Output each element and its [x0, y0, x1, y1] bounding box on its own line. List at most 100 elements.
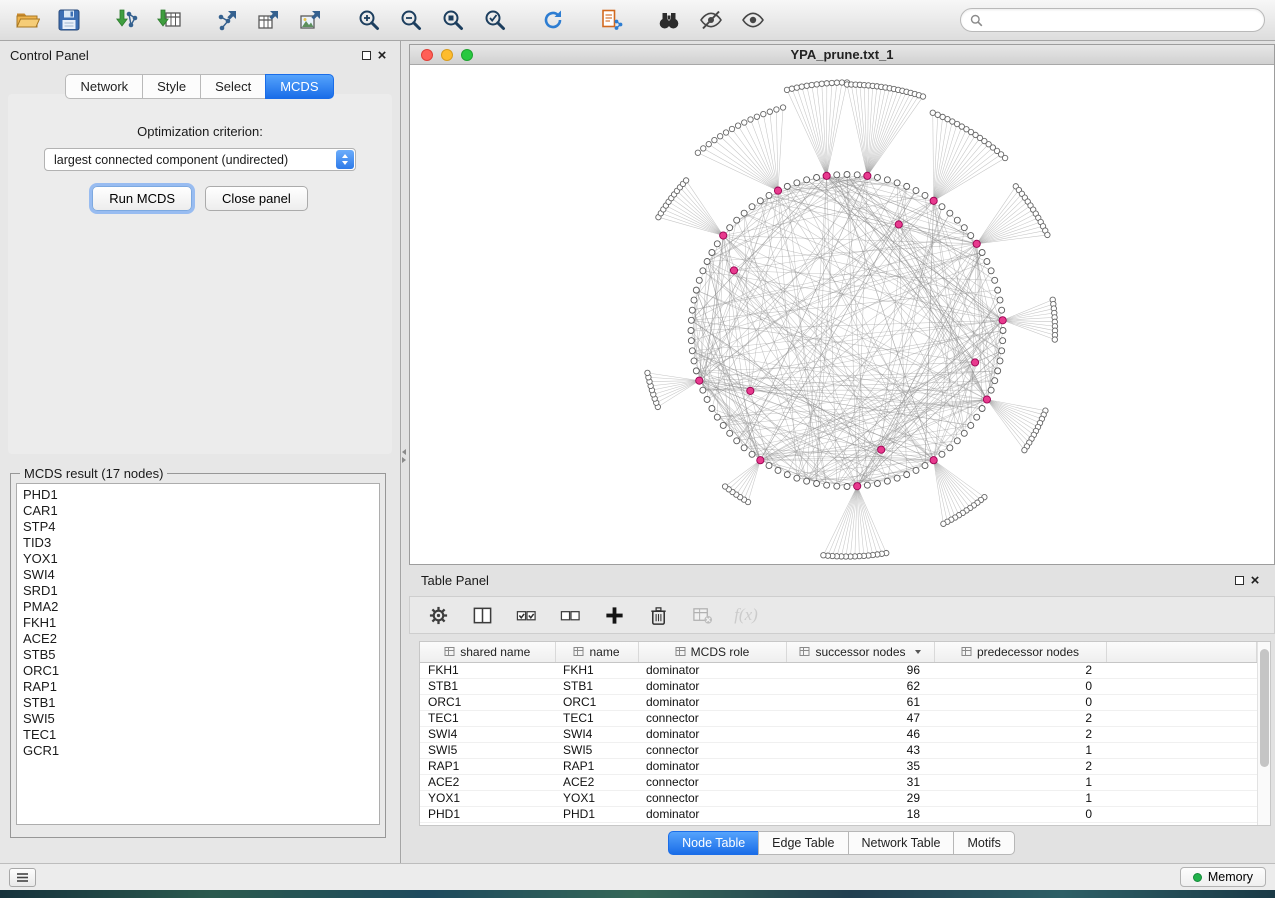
mcds-result-item[interactable]: ORC1 — [23, 663, 379, 679]
mcds-result-item[interactable]: PHD1 — [23, 487, 379, 503]
table-scrollbar[interactable] — [1257, 642, 1270, 825]
import-network-button[interactable] — [110, 3, 144, 37]
search-box[interactable] — [960, 8, 1265, 32]
zoom-fit-icon — [440, 7, 466, 33]
mcds-result-item[interactable]: RAP1 — [23, 679, 379, 695]
save-session-button[interactable] — [52, 3, 86, 37]
export-table-button[interactable] — [252, 3, 286, 37]
cell-predecessor-nodes: 2 — [934, 726, 1106, 742]
maximize-window-icon[interactable] — [461, 49, 473, 61]
mcds-result-item[interactable]: TID3 — [23, 535, 379, 551]
hide-selected-button[interactable] — [694, 3, 728, 37]
table-row[interactable]: SWI5SWI5connector431 — [420, 742, 1257, 758]
delete-column-button[interactable] — [646, 603, 670, 627]
tab-motifs[interactable]: Motifs — [953, 831, 1014, 855]
search-input[interactable] — [989, 13, 1255, 28]
document-share-icon — [598, 7, 624, 33]
table-row[interactable]: YOX1YOX1connector291 — [420, 790, 1257, 806]
network-canvas[interactable] — [410, 66, 1274, 564]
export-network-button[interactable] — [210, 3, 244, 37]
table-row[interactable]: PHD1PHD1dominator180 — [420, 806, 1257, 822]
table-options-button[interactable] — [426, 603, 450, 627]
scrollbar-thumb[interactable] — [1260, 649, 1269, 767]
mcds-result-item[interactable]: SWI5 — [23, 711, 379, 727]
tab-edge-table[interactable]: Edge Table — [758, 831, 848, 855]
table-row[interactable]: ORC1ORC1dominator610 — [420, 694, 1257, 710]
float-panel-button[interactable] — [358, 47, 374, 63]
tab-node-table[interactable]: Node Table — [668, 831, 759, 855]
zoom-in-button[interactable] — [352, 3, 386, 37]
document-share-button[interactable] — [594, 3, 628, 37]
import-group — [110, 3, 186, 37]
table-row[interactable]: STB1STB1dominator620 — [420, 678, 1257, 694]
dropdown-stepper-icon — [336, 150, 354, 169]
mcds-result-item[interactable]: SRD1 — [23, 583, 379, 599]
show-columns-button[interactable] — [470, 603, 494, 627]
zoom-selected-button[interactable] — [478, 3, 512, 37]
tab-style[interactable]: Style — [142, 74, 201, 99]
header-predecessor-nodes[interactable]: predecessor nodes — [934, 642, 1106, 662]
export-image-button[interactable] — [294, 3, 328, 37]
search-network-button[interactable] — [652, 3, 686, 37]
cell-filler — [1106, 758, 1257, 774]
table-row[interactable]: RAP1RAP1dominator352 — [420, 758, 1257, 774]
mcds-result-item[interactable]: CAR1 — [23, 503, 379, 519]
float-table-panel-button[interactable] — [1231, 572, 1247, 588]
mcds-result-item[interactable]: SWI4 — [23, 567, 379, 583]
cell-filler — [1106, 694, 1257, 710]
run-mcds-button[interactable]: Run MCDS — [92, 186, 192, 211]
export-table-icon — [256, 7, 282, 33]
cell-mcds-role: dominator — [638, 726, 786, 742]
cell-shared-name: RAP1 — [420, 758, 555, 774]
mcds-result-item[interactable]: STB5 — [23, 647, 379, 663]
cell-successor-nodes: 31 — [786, 774, 934, 790]
mcds-result-item[interactable]: YOX1 — [23, 551, 379, 567]
network-window-titlebar[interactable]: YPA_prune.txt_1 — [410, 45, 1274, 65]
deselect-all-icon — [560, 605, 581, 626]
delete-table-button — [690, 603, 714, 627]
folder-open-icon — [14, 7, 40, 33]
header-shared-name[interactable]: shared name — [420, 642, 555, 662]
deselect-all-button[interactable] — [558, 603, 582, 627]
zoom-fit-button[interactable] — [436, 3, 470, 37]
select-all-button[interactable] — [514, 603, 538, 627]
panel-splitter[interactable] — [402, 41, 409, 863]
close-window-icon[interactable] — [421, 49, 433, 61]
memory-button[interactable]: Memory — [1180, 867, 1266, 887]
open-file-button[interactable] — [10, 3, 44, 37]
table-row[interactable]: FKH1FKH1dominator962 — [420, 662, 1257, 678]
minimize-window-icon[interactable] — [441, 49, 453, 61]
add-column-button[interactable] — [602, 603, 626, 627]
table-row[interactable]: TEC1TEC1connector472 — [420, 710, 1257, 726]
tab-select[interactable]: Select — [200, 74, 266, 99]
mcds-result-item[interactable]: STP4 — [23, 519, 379, 535]
mcds-result-item[interactable]: STB1 — [23, 695, 379, 711]
mcds-result-item[interactable]: FKH1 — [23, 615, 379, 631]
close-table-panel-button[interactable]: × — [1247, 572, 1263, 588]
status-menu-button[interactable] — [9, 868, 36, 887]
criterion-dropdown[interactable]: largest connected component (undirected) — [44, 148, 356, 171]
table-row[interactable]: SWI4SWI4dominator462 — [420, 726, 1257, 742]
tab-mcds[interactable]: MCDS — [265, 74, 333, 99]
mcds-result-list[interactable]: PHD1CAR1STP4TID3YOX1SWI4SRD1PMA2FKH1ACE2… — [16, 483, 380, 825]
zoom-out-button[interactable] — [394, 3, 428, 37]
mcds-result-item[interactable]: PMA2 — [23, 599, 379, 615]
cell-filler — [1106, 790, 1257, 806]
tab-network-table[interactable]: Network Table — [848, 831, 955, 855]
mcds-result-item[interactable]: TEC1 — [23, 727, 379, 743]
column-grid-icon — [675, 646, 686, 657]
table-row[interactable]: ACE2ACE2connector311 — [420, 774, 1257, 790]
cell-filler — [1106, 678, 1257, 694]
refresh-button[interactable] — [536, 3, 570, 37]
header-successor-nodes[interactable]: successor nodes — [786, 642, 934, 662]
close-panel-button[interactable]: × — [374, 47, 390, 63]
tab-network[interactable]: Network — [65, 74, 143, 99]
mcds-result-item[interactable]: GCR1 — [23, 743, 379, 759]
header-mcds-role[interactable]: MCDS role — [638, 642, 786, 662]
show-all-button[interactable] — [736, 3, 770, 37]
header-name[interactable]: name — [555, 642, 638, 662]
cell-name: SWI5 — [555, 742, 638, 758]
close-panel-action-button[interactable]: Close panel — [205, 186, 308, 211]
mcds-result-item[interactable]: ACE2 — [23, 631, 379, 647]
import-table-button[interactable] — [152, 3, 186, 37]
